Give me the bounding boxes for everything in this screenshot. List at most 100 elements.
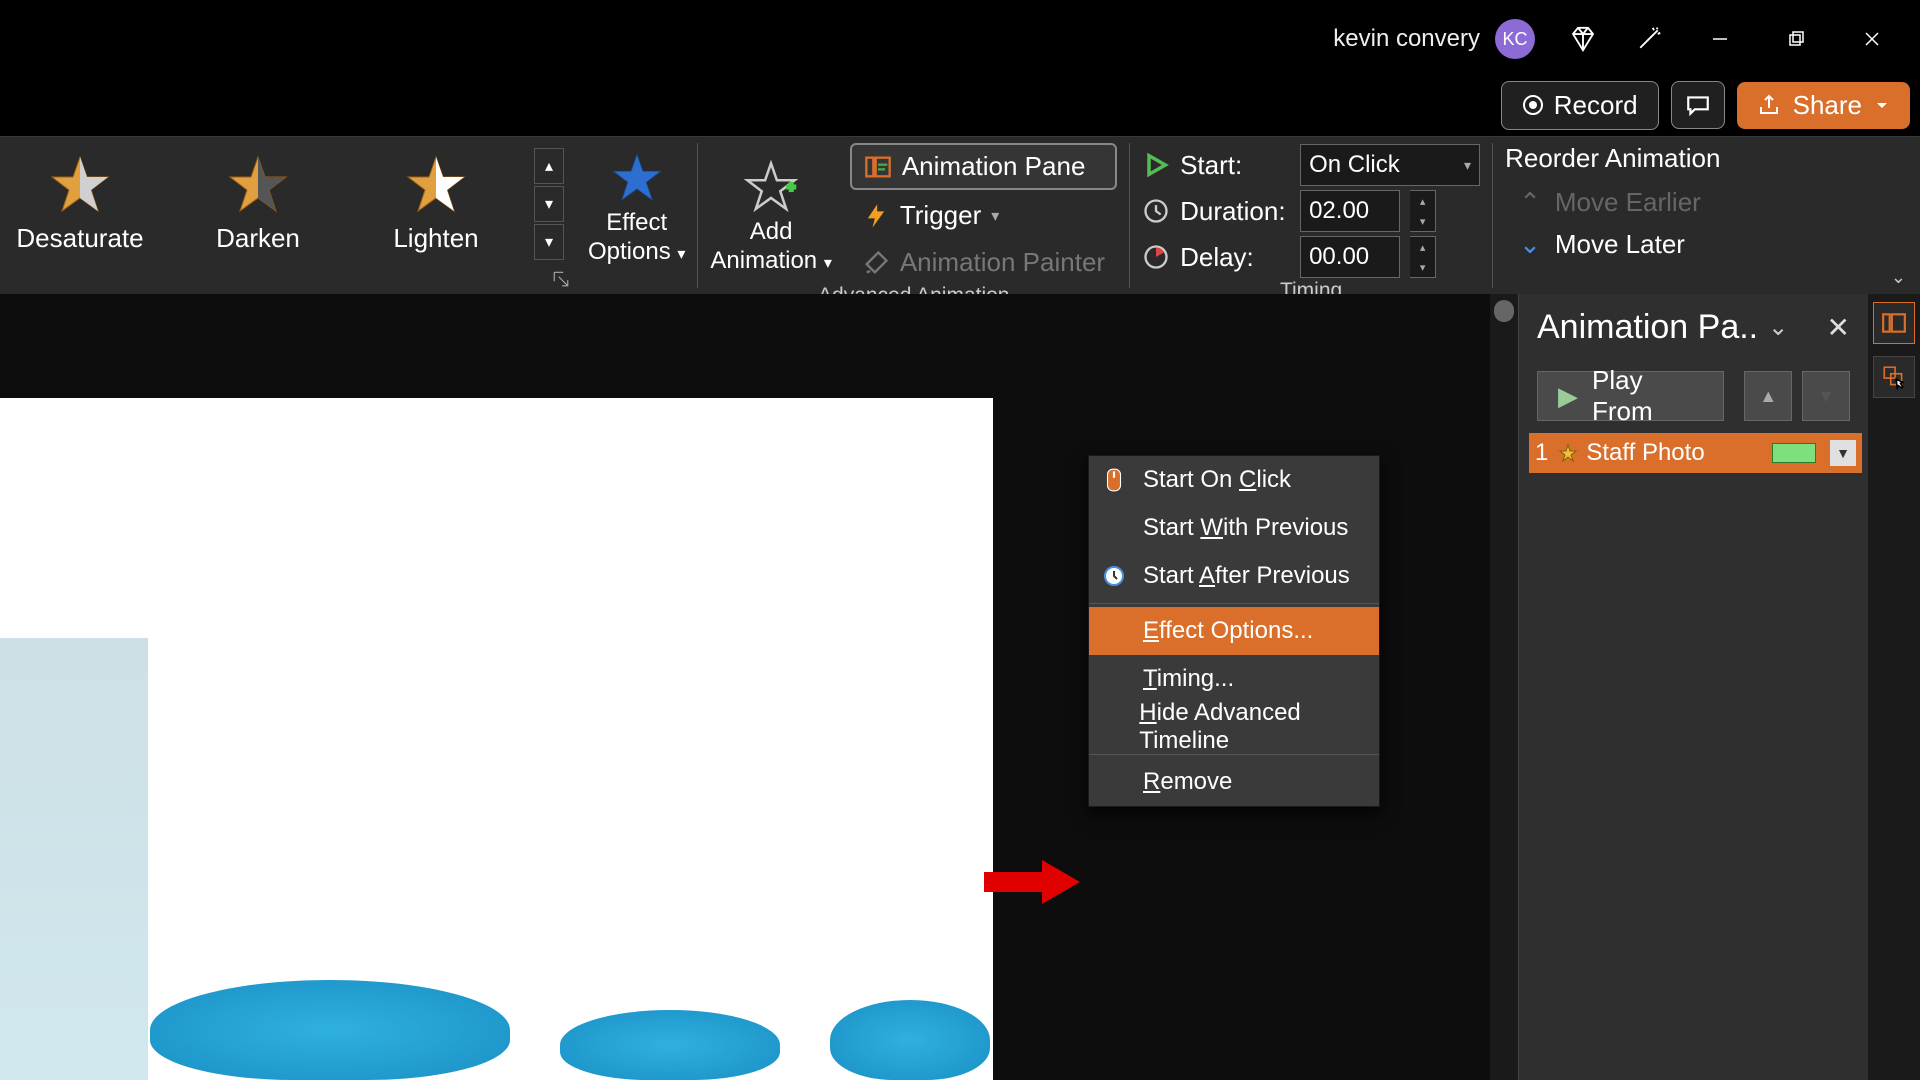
menu-label: Timing...	[1143, 665, 1234, 693]
move-earlier-button: ⌃ Move Earlier	[1505, 182, 1701, 222]
trigger-label: Trigger	[900, 200, 981, 231]
chevron-down-icon: ▾	[991, 206, 999, 226]
move-later-label: Move Later	[1555, 229, 1685, 260]
effect-lighten[interactable]: Lighten	[356, 153, 516, 254]
move-later-button[interactable]: ⌄ Move Later	[1505, 224, 1685, 264]
menu-label: Remove	[1143, 768, 1232, 796]
blank-icon	[1099, 616, 1129, 646]
scrollbar-thumb[interactable]	[1494, 300, 1514, 322]
user-name-label: kevin convery	[1333, 25, 1480, 53]
panel-close-button[interactable]: ✕	[1827, 311, 1850, 344]
gallery-scroll: ▴ ▾ ▾	[534, 148, 564, 260]
clock-icon	[1099, 561, 1129, 591]
chevron-down-icon: ▾	[1464, 157, 1471, 174]
share-button[interactable]: Share	[1737, 82, 1910, 129]
pane-toggle-button[interactable]	[1873, 302, 1915, 344]
animation-pane: Animation Pa.. ⌄ ✕ ▶ Play From ▲ ▼ 1 Sta…	[1518, 294, 1868, 1080]
magic-wand-icon[interactable]	[1631, 21, 1667, 57]
effect-desaturate[interactable]: Desaturate	[0, 153, 160, 254]
menu-start-after-previous[interactable]: Start After Previous	[1089, 552, 1379, 600]
delay-clock-icon	[1142, 243, 1170, 271]
panel-controls: ▶ Play From ▲ ▼	[1519, 361, 1868, 431]
animation-pane-button[interactable]: Animation Pane	[850, 143, 1117, 190]
delay-input[interactable]	[1300, 236, 1400, 278]
photo-content	[830, 1000, 990, 1080]
effect-darken[interactable]: Darken	[178, 153, 338, 254]
lightning-icon	[862, 202, 890, 230]
duration-input[interactable]	[1300, 190, 1400, 232]
pane-icon	[864, 153, 892, 181]
delay-label: Delay:	[1180, 242, 1290, 273]
menu-start-on-click[interactable]: Start On Click	[1089, 456, 1379, 504]
staff-photo-object[interactable]	[0, 638, 148, 1080]
photo-content	[560, 1010, 780, 1080]
minimize-button[interactable]	[1697, 16, 1743, 62]
record-button[interactable]: Record	[1501, 81, 1659, 130]
effect-options-button[interactable]: EffectOptions ▾	[588, 151, 685, 267]
slide-canvas[interactable]	[0, 398, 993, 1080]
ribbon-animations: Desaturate Darken Lighten ▴ ▾ ▾	[0, 136, 1920, 294]
right-toolbar	[1868, 294, 1920, 1080]
collapse-ribbon-button[interactable]: ⌄	[1891, 267, 1906, 288]
gallery-scroll-down[interactable]: ▾	[534, 186, 564, 222]
play-from-button[interactable]: ▶ Play From	[1537, 371, 1724, 421]
duration-spinner[interactable]: ▴▾	[1410, 190, 1436, 232]
advanced-animation-group: AddAnimation ▾ Animation Pane Trigger ▾ …	[698, 137, 1129, 294]
cursor-pane-icon	[1881, 364, 1907, 390]
menu-label: Start After Previous	[1143, 562, 1350, 590]
animation-context-menu: Start On Click Start With Previous Start…	[1088, 455, 1380, 807]
animation-dialog-launcher[interactable]	[552, 270, 570, 288]
chevron-down-icon	[1874, 97, 1890, 113]
menu-label: Effect Options...	[1143, 617, 1313, 645]
title-bar: kevin convery KC	[0, 0, 1920, 78]
emphasis-star-icon	[1558, 443, 1578, 463]
play-icon	[1142, 151, 1170, 179]
share-label: Share	[1793, 90, 1862, 121]
star-icon	[404, 153, 468, 217]
menu-effect-options[interactable]: Effect Options...	[1089, 607, 1379, 655]
group-label	[1505, 264, 1720, 290]
star-blue-icon	[610, 151, 664, 205]
comments-button[interactable]	[1671, 81, 1725, 129]
brush-icon	[862, 249, 890, 277]
diamond-premium-icon[interactable]	[1565, 21, 1601, 57]
start-dropdown[interactable]: On Click ▾	[1300, 144, 1480, 186]
workspace: Animation Pa.. ⌄ ✕ ▶ Play From ▲ ▼ 1 Sta…	[0, 294, 1920, 1080]
timeline-bar[interactable]	[1772, 443, 1816, 463]
play-from-label: Play From	[1592, 365, 1703, 427]
menu-timing[interactable]: Timing...	[1089, 655, 1379, 703]
chevron-down-icon: ⌄	[1519, 229, 1541, 260]
start-label: Start:	[1180, 150, 1290, 181]
duration-label: Duration:	[1180, 196, 1290, 227]
anim-item-dropdown[interactable]: ▼	[1830, 440, 1856, 466]
chevron-up-icon: ⌃	[1519, 187, 1541, 218]
add-animation-label: AddAnimation ▾	[710, 218, 831, 276]
timing-group: Start: On Click ▾ Duration: ▴▾ Delay: ▴▾…	[1130, 137, 1492, 294]
menu-hide-advanced-timeline[interactable]: Hide Advanced Timeline	[1089, 703, 1379, 751]
animation-pane-label: Animation Pane	[902, 151, 1086, 182]
panel-dropdown[interactable]: ⌄	[1768, 313, 1788, 342]
star-add-icon	[744, 160, 798, 214]
maximize-restore-button[interactable]	[1773, 16, 1819, 62]
gallery-scroll-up[interactable]: ▴	[534, 148, 564, 184]
add-animation-button[interactable]: AddAnimation ▾	[710, 152, 831, 276]
menu-label: Start On Click	[1143, 466, 1291, 494]
move-up-button[interactable]: ▲	[1744, 371, 1792, 421]
effect-label: Desaturate	[16, 223, 143, 254]
record-icon	[1522, 94, 1544, 116]
trigger-button[interactable]: Trigger ▾	[850, 194, 1117, 237]
user-avatar: KC	[1495, 19, 1535, 59]
user-account[interactable]: kevin convery KC	[1333, 19, 1535, 59]
menu-start-with-previous[interactable]: Start With Previous	[1089, 504, 1379, 552]
reorder-title: Reorder Animation	[1505, 143, 1720, 174]
selection-pane-button[interactable]	[1873, 356, 1915, 398]
star-icon	[226, 153, 290, 217]
animation-list: 1 Staff Photo ▼	[1519, 431, 1868, 473]
delay-spinner[interactable]: ▴▾	[1410, 236, 1436, 278]
close-window-button[interactable]	[1849, 16, 1895, 62]
gallery-expand[interactable]: ▾	[534, 224, 564, 260]
animation-item-1[interactable]: 1 Staff Photo ▼	[1529, 433, 1862, 473]
vertical-scrollbar[interactable]	[1490, 294, 1518, 1080]
menu-remove[interactable]: Remove	[1089, 758, 1379, 806]
blank-icon	[1099, 767, 1129, 797]
